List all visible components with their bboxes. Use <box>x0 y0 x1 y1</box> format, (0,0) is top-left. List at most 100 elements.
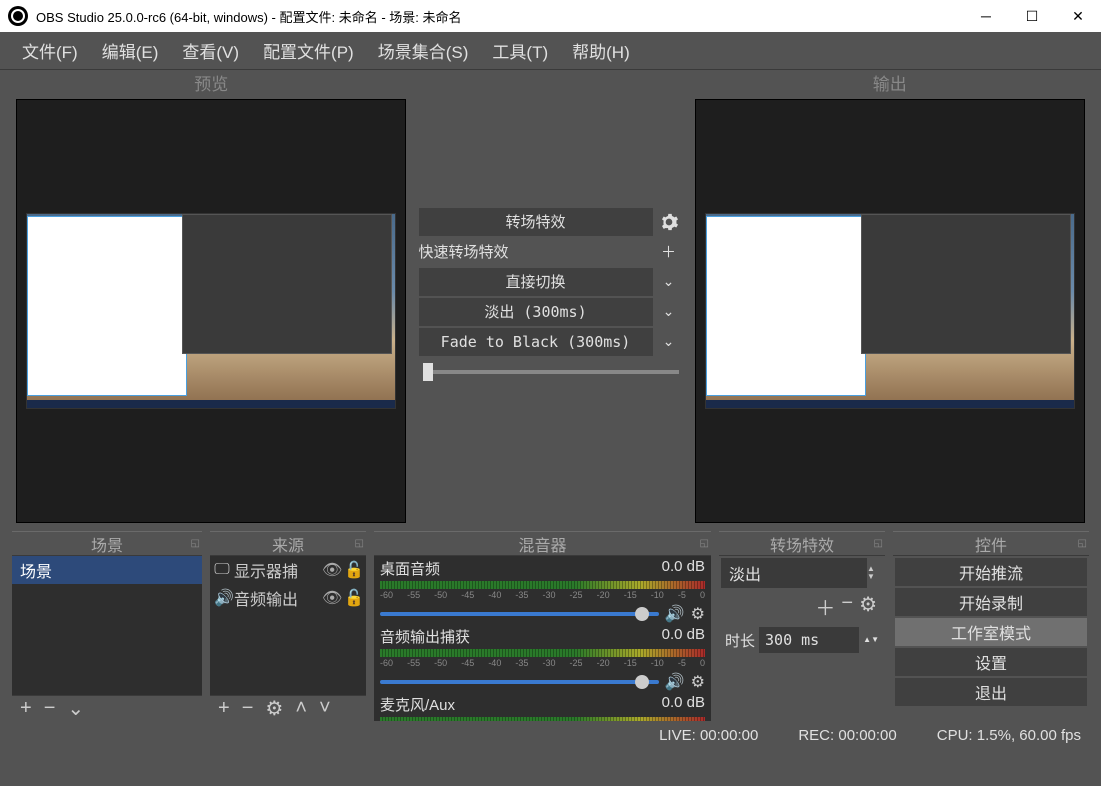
status-cpu: CPU: 1.5%, 60.00 fps <box>937 727 1081 744</box>
duration-spinner[interactable]: ▲▼ <box>863 636 879 644</box>
move-up-icon[interactable]: ˄ <box>291 697 311 720</box>
sources-panel: 来源 ◱ 🖵 显示器捕 👁 🔓 🔊 音频输出 👁 🔓 + − ⚙ ˄ ˅ <box>210 531 366 721</box>
mute-icon[interactable]: 🔊 <box>665 604 685 624</box>
quick-transition-label: 快速转场特效 <box>419 241 655 262</box>
control-button[interactable]: 工作室模式 <box>895 618 1087 646</box>
output-viewport[interactable] <box>695 99 1085 523</box>
mixer-channel: 音频输出捕获0.0 dB -60-55-50-45-40-35-30-25-20… <box>374 624 711 692</box>
volume-slider[interactable] <box>380 612 659 616</box>
dock-panels: 场景 ◱ 场景 + − ⌄ 来源 ◱ 🖵 显示器捕 👁 🔓 🔊 音频输出 👁 🔓 <box>0 531 1101 721</box>
chevron-down-icon[interactable]: ⌄ <box>655 328 683 356</box>
channel-settings-icon[interactable]: ⚙ <box>691 672 705 692</box>
menu-scene-collection[interactable]: 场景集合(S) <box>366 34 481 67</box>
volume-meter <box>380 581 705 589</box>
remove-transition-icon[interactable]: − <box>841 592 853 621</box>
obs-logo-icon <box>8 6 28 26</box>
scenes-panel: 场景 ◱ 场景 + − ⌄ <box>12 531 202 721</box>
channel-name: 桌面音频 <box>380 558 440 579</box>
source-settings-icon[interactable]: ⚙ <box>261 696 287 721</box>
menu-help[interactable]: 帮助(H) <box>560 34 642 67</box>
control-button[interactable]: 退出 <box>895 678 1087 706</box>
lock-toggle-icon[interactable]: 🔓 <box>344 588 362 608</box>
menu-view[interactable]: 查看(V) <box>170 34 251 67</box>
add-quick-transition-icon[interactable]: ＋ <box>655 238 683 266</box>
visibility-toggle-icon[interactable]: 👁 <box>322 560 340 580</box>
preview-viewport[interactable] <box>16 99 406 523</box>
transition-select[interactable]: 淡出 <box>721 558 867 588</box>
menu-edit[interactable]: 编辑(E) <box>90 34 171 67</box>
remove-scene-button[interactable]: − <box>40 697 60 720</box>
transition-props-icon[interactable]: ⚙ <box>859 592 877 621</box>
window-title: OBS Studio 25.0.0-rc6 (64-bit, windows) … <box>36 7 963 26</box>
duration-input[interactable]: 300 ms <box>759 627 859 653</box>
source-item[interactable]: 🖵 显示器捕 👁 🔓 <box>210 556 366 584</box>
mixer-channel: 麦克风/Aux0.0 dB -60-55-50-45-40-35-30-25-2… <box>374 692 711 721</box>
channel-name: 音频输出捕获 <box>380 626 470 647</box>
add-scene-button[interactable]: + <box>16 697 36 720</box>
monitor-icon: 🖵 <box>214 561 230 579</box>
popout-icon[interactable]: ◱ <box>191 538 200 549</box>
popout-icon[interactable]: ◱ <box>1078 538 1087 549</box>
transition-panel: 转场特效 ◱ 淡出 ▲▼ ＋ − ⚙ 时长 300 ms ▲▼ <box>719 531 885 721</box>
mixer-panel: 混音器◱ 桌面音频0.0 dB -60-55-50-45-40-35-30-25… <box>374 531 711 721</box>
control-button[interactable]: 开始推流 <box>895 558 1087 586</box>
menu-tools[interactable]: 工具(T) <box>480 34 560 67</box>
popout-icon[interactable]: ◱ <box>874 538 883 549</box>
remove-source-button[interactable]: − <box>238 697 258 720</box>
transition-button[interactable]: 转场特效 <box>419 208 653 236</box>
menu-profile[interactable]: 配置文件(P) <box>251 34 366 67</box>
volume-meter <box>380 649 705 657</box>
move-down-icon[interactable]: ˅ <box>315 697 335 720</box>
control-button[interactable]: 设置 <box>895 648 1087 676</box>
mute-icon[interactable]: 🔊 <box>665 672 685 692</box>
preview-label: 预览 <box>194 66 228 99</box>
add-source-button[interactable]: + <box>214 697 234 720</box>
scene-order-button[interactable]: ⌄ <box>63 696 88 721</box>
channel-db: 0.0 dB <box>662 558 705 579</box>
channel-settings-icon[interactable]: ⚙ <box>691 604 705 624</box>
speaker-icon: 🔊 <box>214 588 230 608</box>
minimize-button[interactable]: ─ <box>963 0 1009 32</box>
menu-bar: 文件(F) 编辑(E) 查看(V) 配置文件(P) 场景集合(S) 工具(T) … <box>0 32 1101 70</box>
output-label: 输出 <box>873 66 907 99</box>
status-rec: REC: 00:00:00 <box>798 727 896 744</box>
maximize-button[interactable]: ☐ <box>1009 0 1055 32</box>
quick-fade-button[interactable]: 淡出 (300ms) <box>419 298 653 326</box>
transition-column: 转场特效 快速转场特效 ＋ 直接切换 ⌄ 淡出 (300ms) ⌄ Fade t… <box>419 70 683 523</box>
volume-slider[interactable] <box>380 680 659 684</box>
menu-file[interactable]: 文件(F) <box>10 34 90 67</box>
volume-meter <box>380 717 705 721</box>
controls-title: 控件 <box>975 532 1007 556</box>
studio-area: 预览 转场特效 快速转场特效 ＋ 直接切换 ⌄ 淡出 (300ms) ⌄ Fad… <box>0 70 1101 531</box>
chevron-down-icon[interactable]: ⌄ <box>655 268 683 296</box>
chevron-down-icon[interactable]: ⌄ <box>655 298 683 326</box>
quick-cut-button[interactable]: 直接切换 <box>419 268 653 296</box>
close-button[interactable]: ✕ <box>1055 0 1101 32</box>
status-live: LIVE: 00:00:00 <box>659 727 758 744</box>
source-name: 显示器捕 <box>234 558 318 582</box>
source-name: 音频输出 <box>234 586 318 610</box>
control-button[interactable]: 开始录制 <box>895 588 1087 616</box>
source-item[interactable]: 🔊 音频输出 👁 🔓 <box>210 584 366 612</box>
mixer-title: 混音器 <box>518 532 566 556</box>
channel-db: 0.0 dB <box>662 626 705 647</box>
popout-icon[interactable]: ◱ <box>355 538 364 549</box>
sources-title: 来源 <box>272 532 304 556</box>
mixer-channel: 桌面音频0.0 dB -60-55-50-45-40-35-30-25-20-1… <box>374 556 711 624</box>
transition-settings-icon[interactable] <box>655 208 683 236</box>
scenes-title: 场景 <box>91 532 123 556</box>
lock-toggle-icon[interactable]: 🔓 <box>344 560 362 580</box>
add-transition-icon[interactable]: ＋ <box>815 592 835 621</box>
transition-spinner[interactable]: ▲▼ <box>867 558 883 588</box>
window-titlebar: OBS Studio 25.0.0-rc6 (64-bit, windows) … <box>0 0 1101 32</box>
popout-icon[interactable]: ◱ <box>700 538 709 549</box>
transition-title: 转场特效 <box>770 532 834 556</box>
controls-panel: 控件 ◱ 开始推流开始录制工作室模式设置退出 <box>893 531 1089 721</box>
status-bar: LIVE: 00:00:00 REC: 00:00:00 CPU: 1.5%, … <box>0 721 1101 749</box>
duration-label: 时长 <box>725 630 755 651</box>
scene-item[interactable]: 场景 <box>12 556 202 584</box>
quick-ftb-button[interactable]: Fade to Black (300ms) <box>419 328 653 356</box>
tbar-slider[interactable] <box>419 358 683 386</box>
channel-name: 麦克风/Aux <box>380 694 455 715</box>
visibility-toggle-icon[interactable]: 👁 <box>322 588 340 608</box>
